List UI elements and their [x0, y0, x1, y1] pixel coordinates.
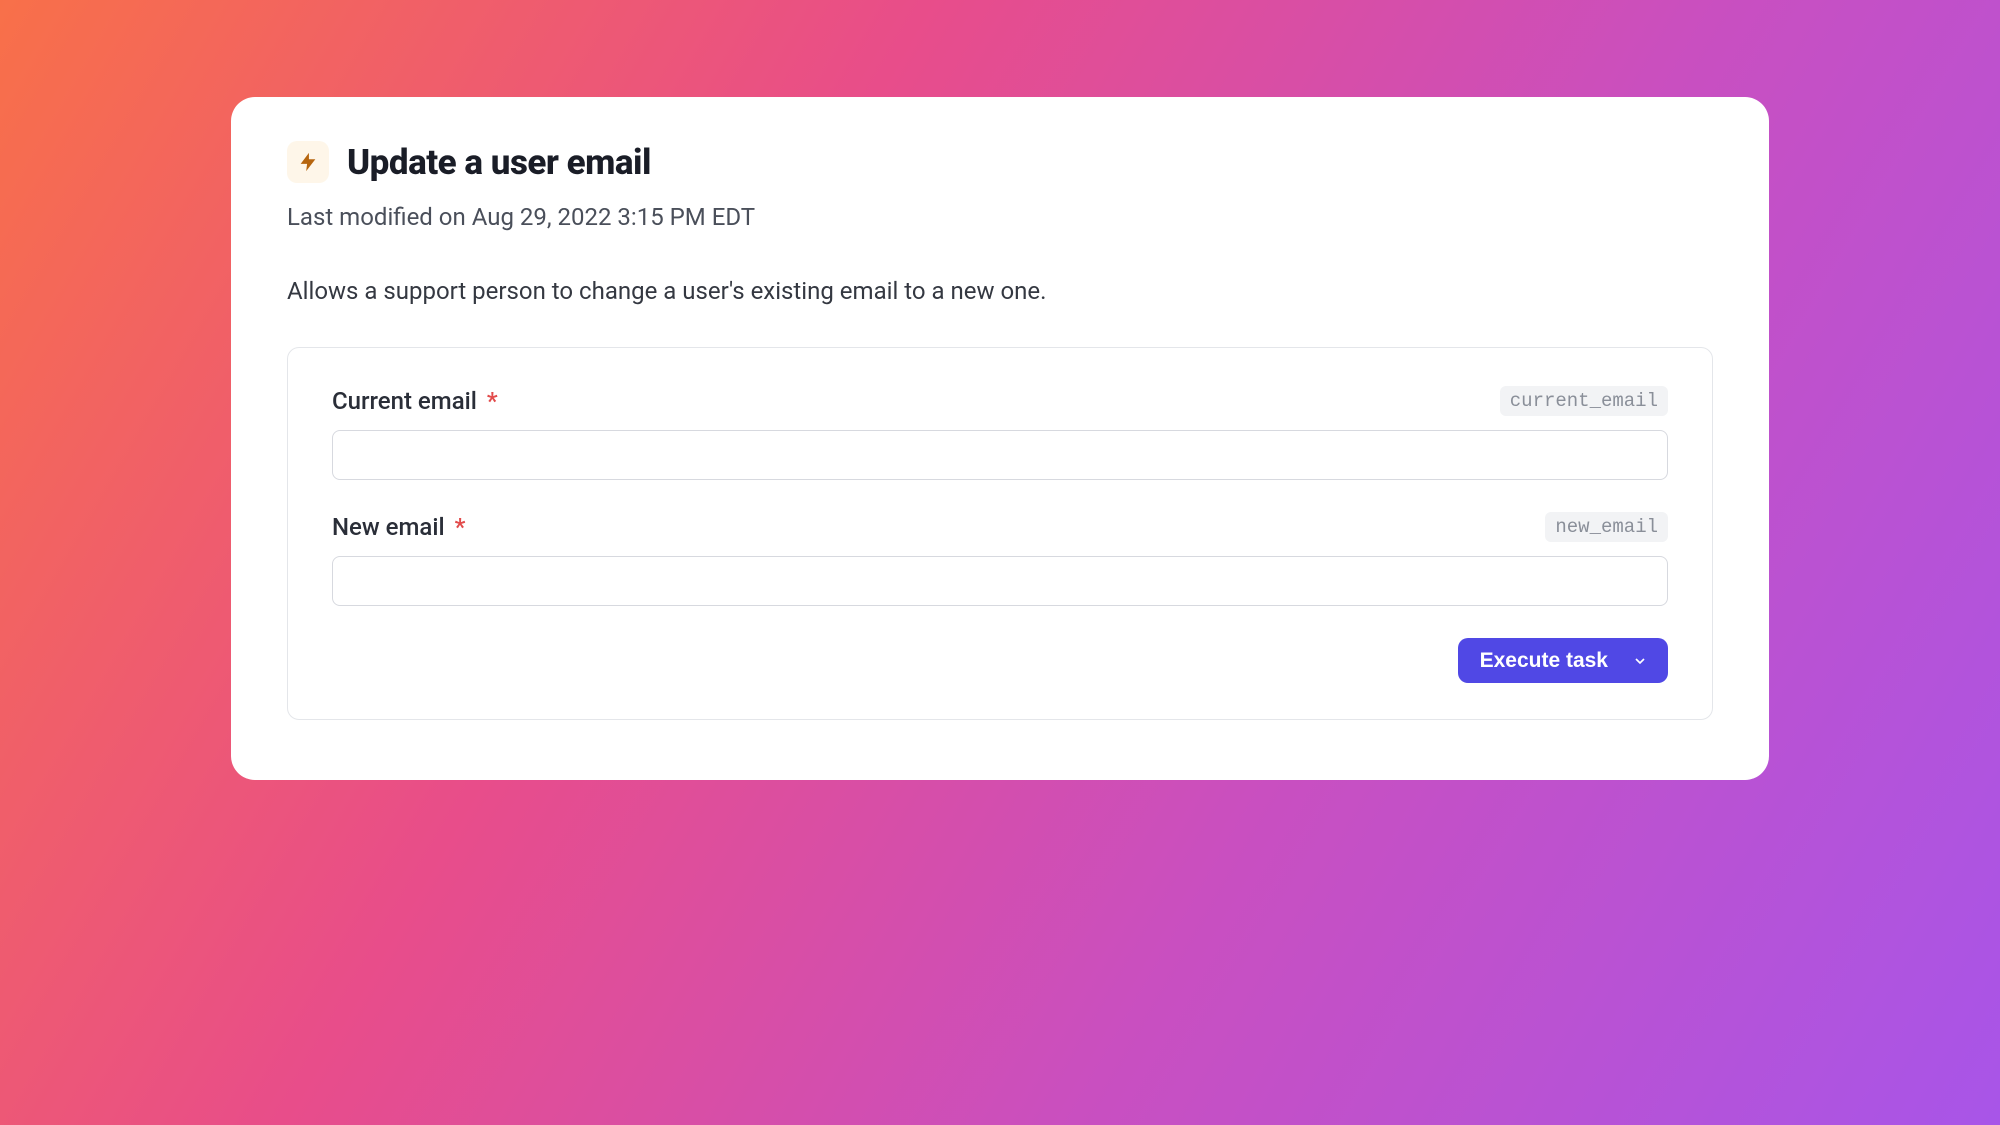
param-tag: new_email	[1545, 512, 1668, 542]
field-label: New email *	[332, 513, 465, 541]
task-description: Allows a support person to change a user…	[287, 277, 1713, 305]
field-new-email: New email * new_email	[332, 512, 1668, 606]
param-tag: current_email	[1500, 386, 1668, 416]
bolt-icon	[287, 141, 329, 183]
label-row: Current email * current_email	[332, 386, 1668, 416]
field-label: Current email *	[332, 387, 498, 415]
task-card: Update a user email Last modified on Aug…	[231, 97, 1769, 780]
label-text: New email	[332, 513, 445, 541]
new-email-input[interactable]	[332, 556, 1668, 606]
label-text: Current email	[332, 387, 477, 415]
execute-task-button[interactable]: Execute task	[1458, 638, 1668, 683]
button-row: Execute task	[332, 638, 1668, 683]
page-title: Update a user email	[347, 142, 651, 183]
required-marker: *	[455, 513, 466, 541]
form-box: Current email * current_email New email …	[287, 347, 1713, 720]
chevron-down-icon	[1632, 653, 1648, 669]
execute-button-label: Execute task	[1480, 649, 1608, 673]
label-row: New email * new_email	[332, 512, 1668, 542]
field-current-email: Current email * current_email	[332, 386, 1668, 480]
current-email-input[interactable]	[332, 430, 1668, 480]
last-modified: Last modified on Aug 29, 2022 3:15 PM ED…	[287, 203, 1713, 231]
required-marker: *	[487, 387, 498, 415]
title-row: Update a user email	[287, 141, 1713, 183]
